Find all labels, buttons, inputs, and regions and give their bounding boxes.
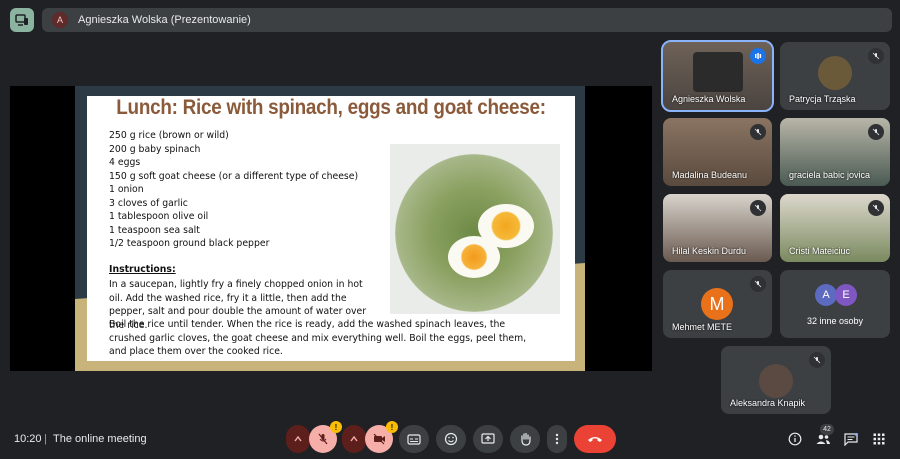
camera-off-icon — [373, 433, 385, 445]
chat-icon — [844, 432, 858, 446]
instructions-text-continued: Boil the rice until tender. When the ric… — [109, 319, 527, 357]
slide-content-card: Lunch: Rice with spinach, eggs and goat … — [87, 96, 575, 361]
avatar — [759, 364, 793, 398]
raise-hand-button[interactable] — [510, 425, 540, 453]
instructions-heading: Instructions: — [109, 264, 176, 275]
meeting-title: The online meeting — [53, 433, 147, 445]
meeting-details-button[interactable] — [786, 430, 804, 448]
avatar: A — [815, 284, 837, 306]
chevron-up-icon — [350, 436, 358, 442]
ingredient-item: 3 cloves of garlic — [109, 197, 188, 209]
microphone-button[interactable]: ! — [309, 421, 342, 453]
reactions-button[interactable] — [436, 425, 466, 453]
participant-name: Agnieszka Wolska — [672, 94, 746, 104]
participant-name: Aleksandra Knapik — [730, 398, 806, 408]
info-icon — [788, 432, 802, 446]
avatar: E — [835, 284, 857, 306]
ingredient-item: 1 onion — [109, 184, 144, 195]
participant-tile-graciela[interactable]: graciela babic jovica — [780, 118, 890, 186]
others-tile[interactable]: A E 32 inne osoby — [780, 270, 890, 338]
people-count-badge: 42 — [820, 424, 834, 435]
audio-options-button[interactable] — [286, 425, 310, 453]
chat-button[interactable] — [842, 430, 860, 448]
participant-name: Hilal Keskin Durdu — [672, 246, 747, 256]
bottom-bar: 10:20 | The online meeting ! ! 42 — [0, 420, 900, 459]
mic-off-icon — [318, 433, 328, 445]
ingredient-item: 1/2 teaspoon ground black pepper — [109, 238, 270, 249]
participant-name: Mehmet METE — [672, 322, 733, 332]
mic-muted-icon — [750, 124, 766, 140]
captions-icon — [407, 433, 421, 445]
more-options-button[interactable] — [547, 425, 567, 453]
activities-button[interactable] — [870, 430, 888, 448]
warning-icon: ! — [330, 421, 342, 433]
slide-title: Lunch: Rice with spinach, eggs and goat … — [116, 96, 546, 119]
participant-name: Cristi Mateiciuc — [789, 246, 851, 256]
participant-tile-patrycja[interactable]: Patrycja Trząska — [780, 42, 890, 110]
camera-button[interactable]: ! — [365, 421, 398, 453]
end-call-icon — [588, 437, 602, 442]
presenter-chip[interactable]: A Agnieszka Wolska (Prezentowanie) — [42, 8, 892, 32]
mic-muted-icon — [868, 124, 884, 140]
ingredient-item: 4 eggs — [109, 157, 141, 168]
presenter-avatar: A — [52, 12, 68, 28]
avatar — [818, 56, 852, 90]
top-bar: A Agnieszka Wolska (Prezentowanie) — [8, 8, 892, 32]
warning-icon: ! — [386, 421, 398, 433]
captions-button[interactable] — [399, 425, 429, 453]
present-button[interactable] — [473, 425, 503, 453]
ingredient-item: 250 g rice (brown or wild) — [109, 130, 229, 141]
ingredient-list: 250 g rice (brown or wild) 200 g baby sp… — [109, 129, 358, 251]
grid-apps-icon — [873, 433, 885, 445]
participant-name: graciela babic jovica — [789, 170, 871, 180]
ingredient-item: 150 g soft goat cheese (or a different t… — [109, 170, 359, 182]
mic-muted-icon — [809, 352, 825, 368]
egg-image — [448, 236, 500, 278]
devices-icon — [15, 14, 28, 26]
participant-tile-cristi[interactable]: Cristi Mateiciuc — [780, 194, 890, 262]
ingredient-item: 200 g baby spinach — [109, 143, 201, 155]
mic-muted-icon — [868, 48, 884, 64]
presenter-label: Agnieszka Wolska (Prezentowanie) — [78, 14, 251, 26]
clock: 10:20 — [14, 433, 42, 445]
separator: | — [44, 433, 47, 445]
more-vertical-icon — [555, 433, 559, 445]
mic-muted-icon — [868, 200, 884, 216]
present-screen-icon — [481, 433, 495, 444]
speaking-indicator-icon — [750, 48, 766, 64]
presentation-slide: Lunch: Rice with spinach, eggs and goat … — [75, 86, 585, 371]
dish-photo — [390, 144, 560, 314]
ingredient-item: 1 teaspoon sea salt — [109, 224, 200, 236]
participant-video — [693, 52, 743, 92]
presentation-stage: Lunch: Rice with spinach, eggs and goat … — [10, 86, 652, 371]
emoji-icon — [444, 432, 458, 446]
hand-icon — [520, 432, 531, 446]
video-options-button[interactable] — [342, 425, 366, 453]
mic-muted-icon — [750, 200, 766, 216]
participant-tile-mehmet[interactable]: M Mehmet METE — [663, 270, 772, 338]
participant-tile-hilal[interactable]: Hilal Keskin Durdu — [663, 194, 772, 262]
people-button[interactable]: 42 — [814, 424, 834, 448]
ingredient-item: 1 tablespoon olive oil — [109, 211, 209, 222]
participant-name: Patrycja Trząska — [789, 94, 856, 104]
others-count-label: 32 inne osoby — [806, 316, 864, 326]
participant-tile-agnieszka[interactable]: Agnieszka Wolska — [661, 40, 774, 112]
chevron-up-icon — [294, 436, 302, 442]
leave-call-button[interactable] — [574, 425, 616, 453]
mic-muted-icon — [750, 276, 766, 292]
meeting-app-icon[interactable] — [10, 8, 34, 32]
participant-tile-madalina[interactable]: Madalina Budeanu — [663, 118, 772, 186]
avatar: M — [701, 288, 733, 320]
participant-name: Madalina Budeanu — [672, 170, 748, 180]
participant-tile-aleksandra[interactable]: Aleksandra Knapik — [721, 346, 831, 414]
